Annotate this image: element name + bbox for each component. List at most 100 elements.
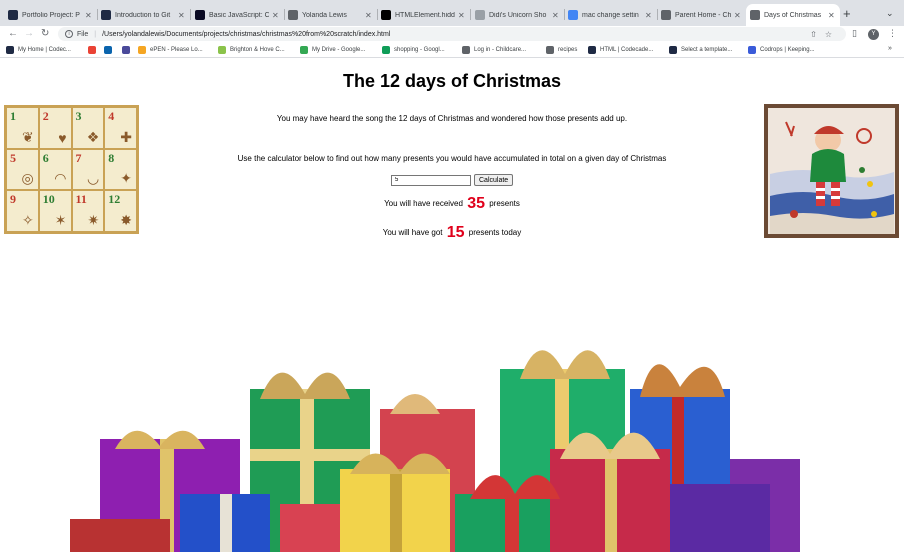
share-icon[interactable]: ⇧ [810, 30, 825, 39]
tab-title: Parent Home - Chi [675, 11, 731, 19]
day-illustration-icon: ✦ [120, 170, 132, 187]
result-today-suffix: presents today [468, 228, 522, 237]
globe-icon [661, 10, 671, 20]
baby-elf-image [764, 104, 899, 238]
toolbar: ← → ↻ i File | /Users/yolandalewis/Docum… [0, 26, 904, 42]
side-panel-icon[interactable]: ▯ [852, 28, 857, 39]
codecademy-icon [8, 10, 18, 20]
freecodecamp-icon [195, 10, 205, 20]
close-tab-icon[interactable]: ✕ [458, 11, 466, 20]
mdn-icon [381, 10, 391, 20]
outlook-icon [104, 46, 112, 54]
tab-3[interactable]: Basic JavaScript: C ✕ [191, 4, 284, 26]
day-illustration-icon: ◠ [54, 170, 67, 187]
bookmark-item[interactable]: My Home | Codec... [6, 45, 71, 55]
tab-5[interactable]: HTMLElement.hidd ✕ [377, 4, 470, 26]
tab-1[interactable]: Portfolio Project: P ✕ [4, 4, 97, 26]
result-total-value: 35 [467, 195, 485, 212]
address-bar[interactable]: i File | /Users/yolandalewis/Documents/p… [58, 27, 846, 41]
day-illustration-icon: ✚ [120, 128, 132, 145]
close-tab-icon[interactable]: ✕ [828, 11, 836, 20]
back-icon[interactable]: ← [8, 27, 18, 41]
bookmark-item[interactable]: Select a template... [669, 45, 732, 55]
tab-title: Yolanda Lewis [302, 11, 347, 19]
bookmark-star-icon[interactable]: ☆ [825, 30, 840, 39]
tab-search-icon[interactable]: ⌄ [886, 8, 894, 19]
day-illustration-icon: ♥ [58, 129, 67, 146]
calculate-button[interactable]: Calculate [474, 174, 514, 186]
sheets-icon [382, 46, 390, 54]
tab-9[interactable]: Days of Christmas ✕ [746, 4, 840, 26]
tab-6[interactable]: Didi's Unicorn Sho ✕ [471, 4, 564, 26]
close-tab-icon[interactable]: ✕ [645, 11, 653, 20]
bookmark-item[interactable]: Codrops | Keeping... [748, 45, 815, 55]
bookmark-item[interactable]: Brighton & Hove C... [218, 45, 285, 55]
bookmark-label: HTML | Codecade... [600, 47, 654, 53]
globe-icon [288, 10, 298, 20]
tab-7[interactable]: mac change settin ✕ [564, 4, 657, 26]
close-tab-icon[interactable]: ✕ [734, 11, 742, 20]
bookmark-item[interactable]: Log in - Childcare... [462, 45, 526, 55]
url-text[interactable]: /Users/yolandalewis/Documents/projects/c… [102, 31, 390, 38]
drive-icon [300, 46, 308, 54]
day-illustration-icon: ◡ [87, 170, 100, 187]
bookmark-item[interactable]: ePEN - Please Lo... [138, 45, 203, 55]
bookmark-item[interactable] [122, 45, 134, 55]
bookmark-label: Log in - Childcare... [474, 47, 527, 53]
forward-icon[interactable]: → [24, 27, 34, 41]
result-today-value: 15 [446, 224, 465, 241]
bookmark-item[interactable]: HTML | Codecade... [588, 45, 653, 55]
bookmark-label: Codrops | Keeping... [760, 47, 815, 53]
reload-icon[interactable]: ↻ [41, 27, 49, 41]
day-illustration-icon: ❦ [22, 128, 34, 145]
result-today-prefix: You will have got [382, 228, 443, 237]
chrome-icon [122, 46, 130, 54]
page-title: The 12 days of Christmas [342, 71, 562, 91]
result-total-suffix: presents [489, 199, 520, 208]
tab-2[interactable]: Introduction to Git ✕ [97, 4, 190, 26]
bookmark-item[interactable] [104, 45, 116, 55]
close-tab-icon[interactable]: ✕ [178, 11, 186, 20]
bookmark-label: ePEN - Please Lo... [150, 47, 203, 53]
bookmark-item[interactable]: shopping - Googl... [382, 45, 445, 55]
site-info-icon[interactable]: i [65, 30, 73, 38]
bookmark-label: shopping - Googl... [394, 47, 445, 53]
calculator-form: Calculate [391, 174, 514, 186]
close-tab-icon[interactable]: ✕ [85, 11, 93, 20]
codrops-icon [748, 46, 756, 54]
new-tab-button[interactable]: + [843, 6, 851, 21]
folder-icon [546, 46, 554, 54]
tab-title: Didi's Unicorn Sho [489, 11, 547, 19]
presents-illustration [70, 350, 800, 552]
tab-title: Introduction to Git [115, 11, 171, 19]
result-total-prefix: You will have received [384, 199, 463, 208]
bookmark-item[interactable]: recipes [546, 45, 577, 55]
bookmark-label: Select a template... [681, 47, 733, 53]
bookmarks-more-button[interactable]: » [888, 45, 892, 52]
close-tab-icon[interactable]: ✕ [552, 11, 560, 20]
template-icon [669, 46, 677, 54]
day-input[interactable] [391, 174, 471, 186]
menu-icon[interactable]: ⋮ [888, 28, 897, 39]
close-tab-icon[interactable]: ✕ [365, 11, 373, 20]
bookmarks-bar: My Home | Codec... ePEN - Please Lo... Bri… [0, 42, 904, 58]
tab-title: Days of Christmas [764, 11, 822, 19]
council-icon [218, 46, 226, 54]
tab-4[interactable]: Yolanda Lewis ✕ [284, 4, 377, 26]
tab-title: Basic JavaScript: C [209, 11, 269, 19]
codecademy-icon [101, 10, 111, 20]
bookmark-label: My Drive - Google... [312, 47, 366, 53]
shop-icon [475, 10, 485, 20]
globe-icon [462, 46, 470, 54]
bookmark-item[interactable] [88, 45, 100, 55]
tab-title: HTMLElement.hidd [395, 11, 455, 19]
epen-icon [138, 46, 146, 54]
tab-title: Portfolio Project: P [22, 11, 80, 19]
bookmark-item[interactable]: My Drive - Google... [300, 45, 365, 55]
day-illustration-icon: ❖ [86, 128, 100, 145]
tab-8[interactable]: Parent Home - Chi ✕ [657, 4, 746, 26]
profile-avatar[interactable]: Y [868, 29, 879, 40]
twelve-days-illustration: 1 ❦ 2 ♥ 3 ❖ 4 ✚ 5 ◎ 6 ◠ 7 ◡ 8 ✦ 9 ✧ 10 ✶ 11 ✷ 12 ✸ [4, 105, 139, 234]
close-tab-icon[interactable]: ✕ [272, 11, 280, 20]
gmail-icon [88, 46, 96, 54]
